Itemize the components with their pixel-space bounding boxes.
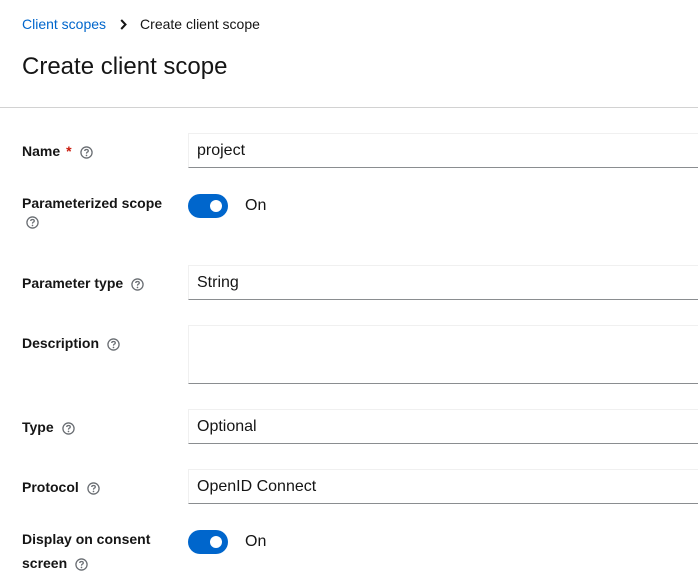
page-title: Create client scope <box>22 53 228 80</box>
required-marker: * <box>66 143 72 159</box>
chevron-right-icon <box>120 18 127 30</box>
breadcrumb: Client scopes Create client scope <box>22 16 260 32</box>
help-circle-icon[interactable] <box>87 482 100 495</box>
help-circle-icon[interactable] <box>61 422 75 435</box>
name-field[interactable]: project <box>188 133 698 168</box>
switch-state-label: On <box>245 197 267 214</box>
description-label: Description <box>22 331 120 355</box>
toggle-switch[interactable] <box>188 530 228 554</box>
breadcrumb-client-scopes-link[interactable]: Client scopes <box>22 16 106 32</box>
page-header: Client scopes Create client scope Create… <box>0 0 698 108</box>
help-circle-icon[interactable] <box>79 146 93 159</box>
display-on-consent-label: Display on consent screen <box>22 531 151 571</box>
help-circle-icon[interactable] <box>107 338 120 351</box>
protocol-label: Protocol <box>22 475 100 499</box>
switch-state-label: On <box>245 533 267 550</box>
description-textarea[interactable] <box>188 325 698 384</box>
protocol-select[interactable]: OpenID Connect <box>188 469 698 504</box>
help-circle-icon[interactable] <box>131 278 144 291</box>
parameter-type-select[interactable]: String <box>188 265 698 300</box>
name-label: Name * <box>22 139 93 163</box>
type-select[interactable]: Optional <box>188 409 698 444</box>
parameterized-scope-label: Parameterized scope <box>22 191 162 229</box>
breadcrumb-current: Create client scope <box>140 16 260 32</box>
switch-knob <box>210 200 222 212</box>
switch-knob <box>210 536 222 548</box>
parameterized-scope-switch[interactable]: On <box>188 194 266 218</box>
toggle-switch[interactable] <box>188 194 228 218</box>
help-circle-icon[interactable] <box>26 216 39 229</box>
help-circle-icon[interactable] <box>75 558 88 571</box>
type-label: Type <box>22 415 75 439</box>
parameter-type-label: Parameter type <box>22 271 144 295</box>
display-on-consent-switch[interactable]: On <box>188 530 266 554</box>
